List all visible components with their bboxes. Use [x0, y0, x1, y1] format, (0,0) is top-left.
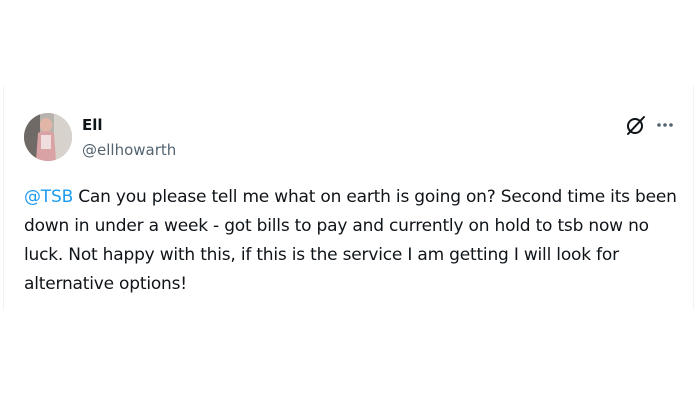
author-handle[interactable]: @ellhowarth [82, 140, 176, 160]
tweet-body: Can you please tell me what on earth is … [24, 187, 677, 294]
avatar-image [24, 113, 72, 161]
grok-icon[interactable] [625, 114, 647, 136]
more-options-icon[interactable] [654, 114, 676, 136]
author-name[interactable]: Ell [82, 115, 103, 135]
tweet-card[interactable]: Ell @ellhowarth @TSB Can you please tell… [3, 86, 694, 310]
tweet-text: @TSB Can you please tell me what on eart… [24, 183, 679, 299]
avatar[interactable] [24, 113, 72, 161]
mention-link[interactable]: @TSB [24, 187, 73, 207]
